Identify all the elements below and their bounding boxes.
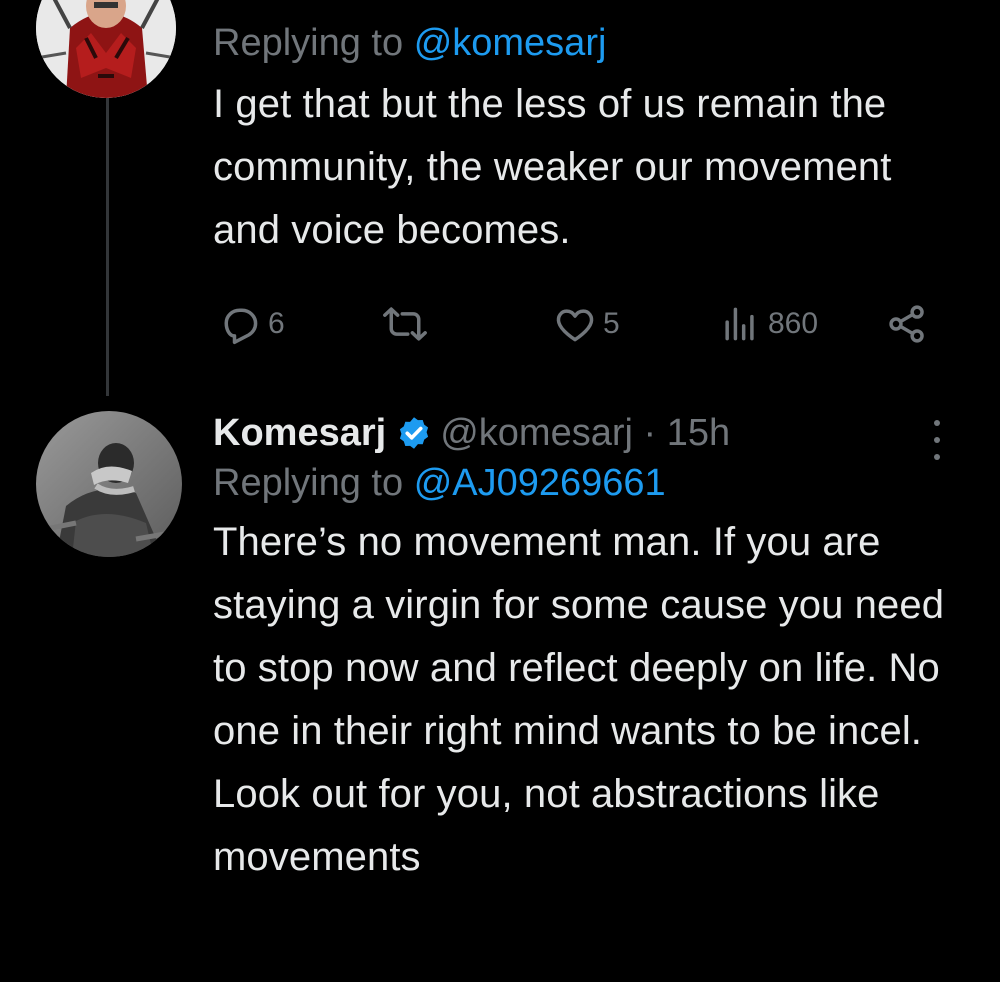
avatar[interactable]: [36, 411, 182, 557]
tweet-action-bar: 6 5 860: [213, 300, 933, 348]
tweet-text: There’s no movement man. If you are stay…: [213, 520, 945, 879]
more-options-icon[interactable]: [922, 416, 952, 464]
views-icon: [725, 307, 754, 341]
tweet-text: I get that but the less of us remain the…: [213, 82, 892, 252]
share-icon: [889, 305, 924, 343]
replying-to-line: Replying to @AJ09269661: [213, 458, 960, 508]
reply-button[interactable]: 6: [218, 300, 285, 348]
replying-to-mention-link[interactable]: @komesarj: [414, 22, 607, 64]
replying-to-line: Replying to @komesarj: [213, 18, 960, 68]
tweet-reply[interactable]: Komesarj @komesarj · 15h Replying to @AJ…: [213, 408, 960, 889]
handle-and-timestamp[interactable]: @komesarj · 15h: [440, 412, 730, 455]
reply-count: 6: [268, 307, 285, 340]
like-count: 5: [603, 307, 620, 340]
retweet-icon: [383, 307, 427, 341]
replying-to-label: Replying to: [213, 462, 404, 504]
reply-icon: [224, 308, 258, 345]
tweet-header: Komesarj @komesarj · 15h: [213, 408, 960, 458]
views-button[interactable]: 860: [718, 300, 818, 348]
avatar-image: [36, 411, 182, 557]
like-button[interactable]: 5: [553, 300, 620, 348]
thread-connector-line: [106, 96, 109, 396]
replying-to-mention-link[interactable]: @AJ09269661: [414, 462, 666, 504]
avatar-image: [36, 0, 176, 98]
heart-icon: [556, 309, 594, 342]
share-button[interactable]: [885, 300, 929, 348]
verified-badge-icon: [396, 415, 432, 451]
display-name[interactable]: Komesarj: [213, 412, 386, 455]
tweet-parent[interactable]: Replying to @komesarj I get that but the…: [213, 18, 960, 262]
replying-to-label: Replying to: [213, 22, 404, 64]
avatar[interactable]: [36, 0, 176, 98]
retweet-button[interactable]: [383, 300, 433, 348]
views-count: 860: [768, 307, 819, 340]
